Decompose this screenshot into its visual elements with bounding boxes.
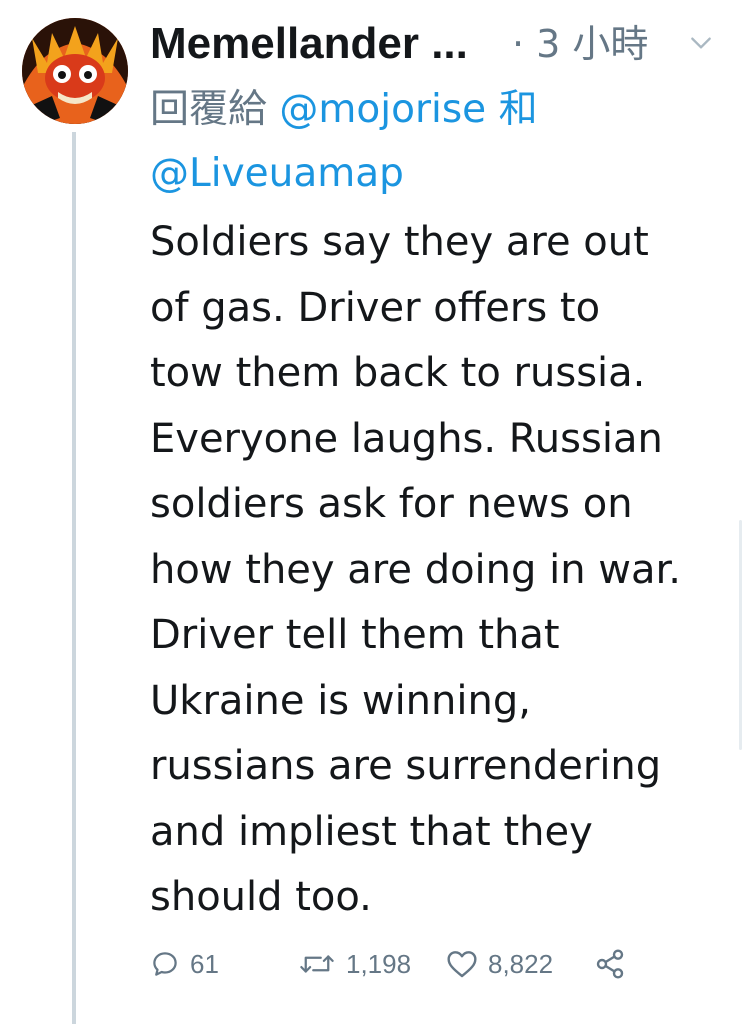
reply-context: 回覆給 @mojorise 和 @Liveuamap xyxy=(150,78,720,206)
share-button[interactable] xyxy=(594,940,626,988)
tweet-text: Soldiers say they are out of gas. Driver… xyxy=(150,219,682,920)
thread-line xyxy=(72,132,76,1024)
mention-link[interactable]: @Liveuamap xyxy=(150,151,404,196)
tweet-timestamp[interactable]: · 3 小時 xyxy=(512,18,648,70)
reply-count: 61 xyxy=(190,948,219,979)
share-icon xyxy=(596,949,624,979)
reply-prefix: 回覆給 xyxy=(150,87,268,132)
mention-link[interactable]: @mojorise xyxy=(279,87,486,132)
author-name[interactable]: Memellander ... xyxy=(150,18,468,70)
avatar[interactable] xyxy=(22,18,128,124)
like-button[interactable]: 8,822 xyxy=(446,940,553,988)
tweet-header: Memellander ... · 3 小時 xyxy=(150,16,730,72)
like-count: 8,822 xyxy=(488,948,554,979)
cartoon-character-avatar-icon xyxy=(22,18,128,124)
retweet-count: 1,198 xyxy=(346,948,412,979)
heart-icon xyxy=(447,951,477,978)
scrollbar[interactable] xyxy=(739,520,742,750)
reply-button[interactable]: 61 xyxy=(150,940,219,988)
chevron-down-icon[interactable] xyxy=(688,30,714,56)
tweet-actions: 61 1,198 8,822 xyxy=(150,940,730,988)
retweet-button[interactable]: 1,198 xyxy=(298,940,411,988)
reply-joiner: 和 xyxy=(498,87,538,132)
retweet-icon xyxy=(300,955,334,973)
reply-icon xyxy=(153,952,177,976)
